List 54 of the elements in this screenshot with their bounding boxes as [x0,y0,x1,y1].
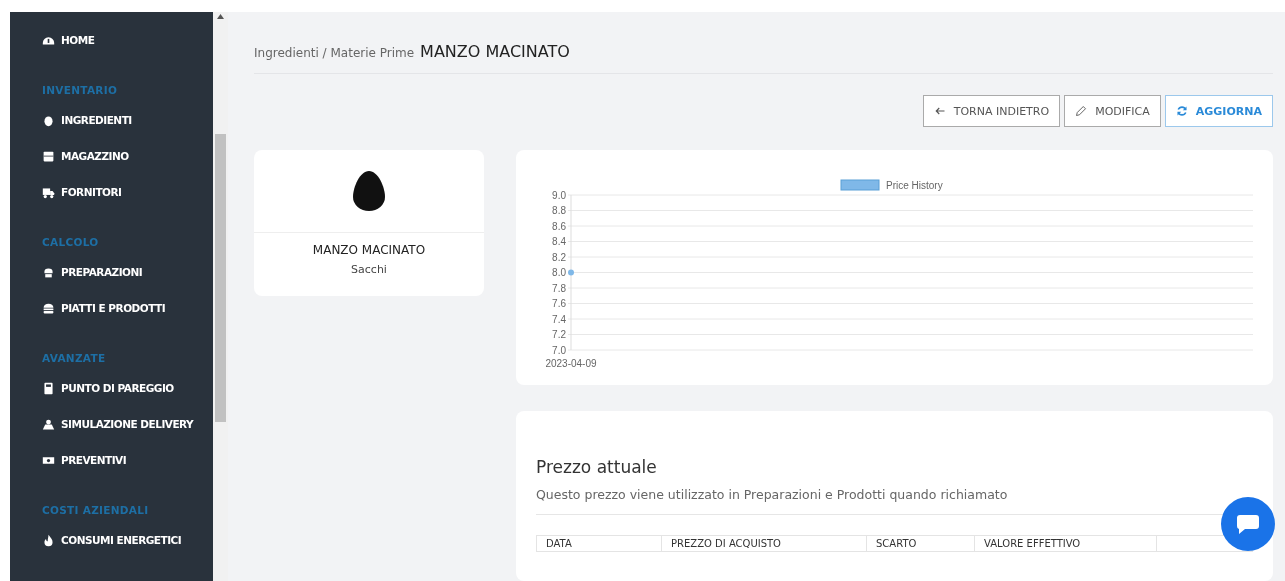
y-tick-label: 8.4 [552,236,566,247]
sidebar-item[interactable]: FORNITORI [42,174,213,210]
legend-label: Price History [886,180,943,191]
page-title: MANZO MACINATO [420,42,570,61]
chat-bubble-icon [1236,513,1260,535]
fire-icon [42,533,55,547]
ingredient-name: MANZO MACINATO [311,243,427,257]
x-tick-label: 2023-04-09 [545,358,597,369]
egg-icon [353,171,385,211]
sidebar-item[interactable]: PREVENTIVI [42,442,213,478]
column-header: DATA [537,536,662,551]
y-tick-label: 7.0 [552,344,566,356]
y-tick-label: 9.0 [552,189,566,201]
y-tick-label: 8.8 [552,205,566,216]
truck-icon [42,185,55,199]
sidebar-item[interactable]: INGREDIENTI [42,102,213,138]
sidebar-item[interactable]: CONSUMI ENERGETICI [42,522,213,558]
y-tick-label: 8.6 [552,220,566,232]
burger-icon [42,301,55,315]
sidebar-item[interactable]: MAGAZZINO [42,138,213,174]
legend-item[interactable]: Price History [840,179,943,191]
section-heading: COSTI AZIENDALI [42,504,150,516]
column-header: SCARTO [867,536,975,551]
sidebar-item[interactable]: PREPARAZIONI [42,254,213,290]
data-point [568,269,574,276]
egg-icon [42,113,55,127]
y-tick-label: 7.2 [552,329,566,340]
action-button[interactable]: TORNA INDIETRO [922,95,1061,127]
section-heading: CALCOLO [42,236,100,248]
home-link[interactable]: HOME [42,22,213,58]
column-header: VALORE EFFETTIVO [975,536,1157,551]
action-button[interactable]: MODIFICA [1064,95,1161,127]
y-tick-label: 8.0 [552,267,566,278]
y-tick-label: 7.8 [552,282,566,294]
ingredient-unit: Sacchi [350,263,388,276]
y-tick-label: 7.4 [552,313,566,325]
arrow-left-icon [933,105,946,117]
sidebar-item[interactable]: PUNTO DI PAREGGIO [42,370,213,406]
column-header: PREZZO DI ACQUISTO [662,536,867,551]
section-title: Prezzo attuale [536,457,658,477]
y-tick-label: 8.2 [552,251,566,263]
breadcrumb-link[interactable]: Ingredienti / Materie Prime [254,46,415,60]
section-heading: INVENTARIO [42,84,119,96]
scroll-up-icon[interactable] [217,14,224,19]
section-heading: AVANZATE [42,352,107,364]
sidebar-item[interactable]: PIATTI E PRODOTTI [42,290,213,326]
refresh-icon [1175,105,1188,117]
sidebar-item[interactable]: SIMULAZIONE DELIVERY [42,406,213,442]
pencil-icon [1075,105,1088,117]
action-button[interactable]: AGGIORNA [1164,95,1273,127]
scrollbar[interactable] [213,12,228,581]
box-icon [42,149,55,163]
calc-icon [42,381,55,395]
y-tick-label: 7.6 [552,298,566,309]
